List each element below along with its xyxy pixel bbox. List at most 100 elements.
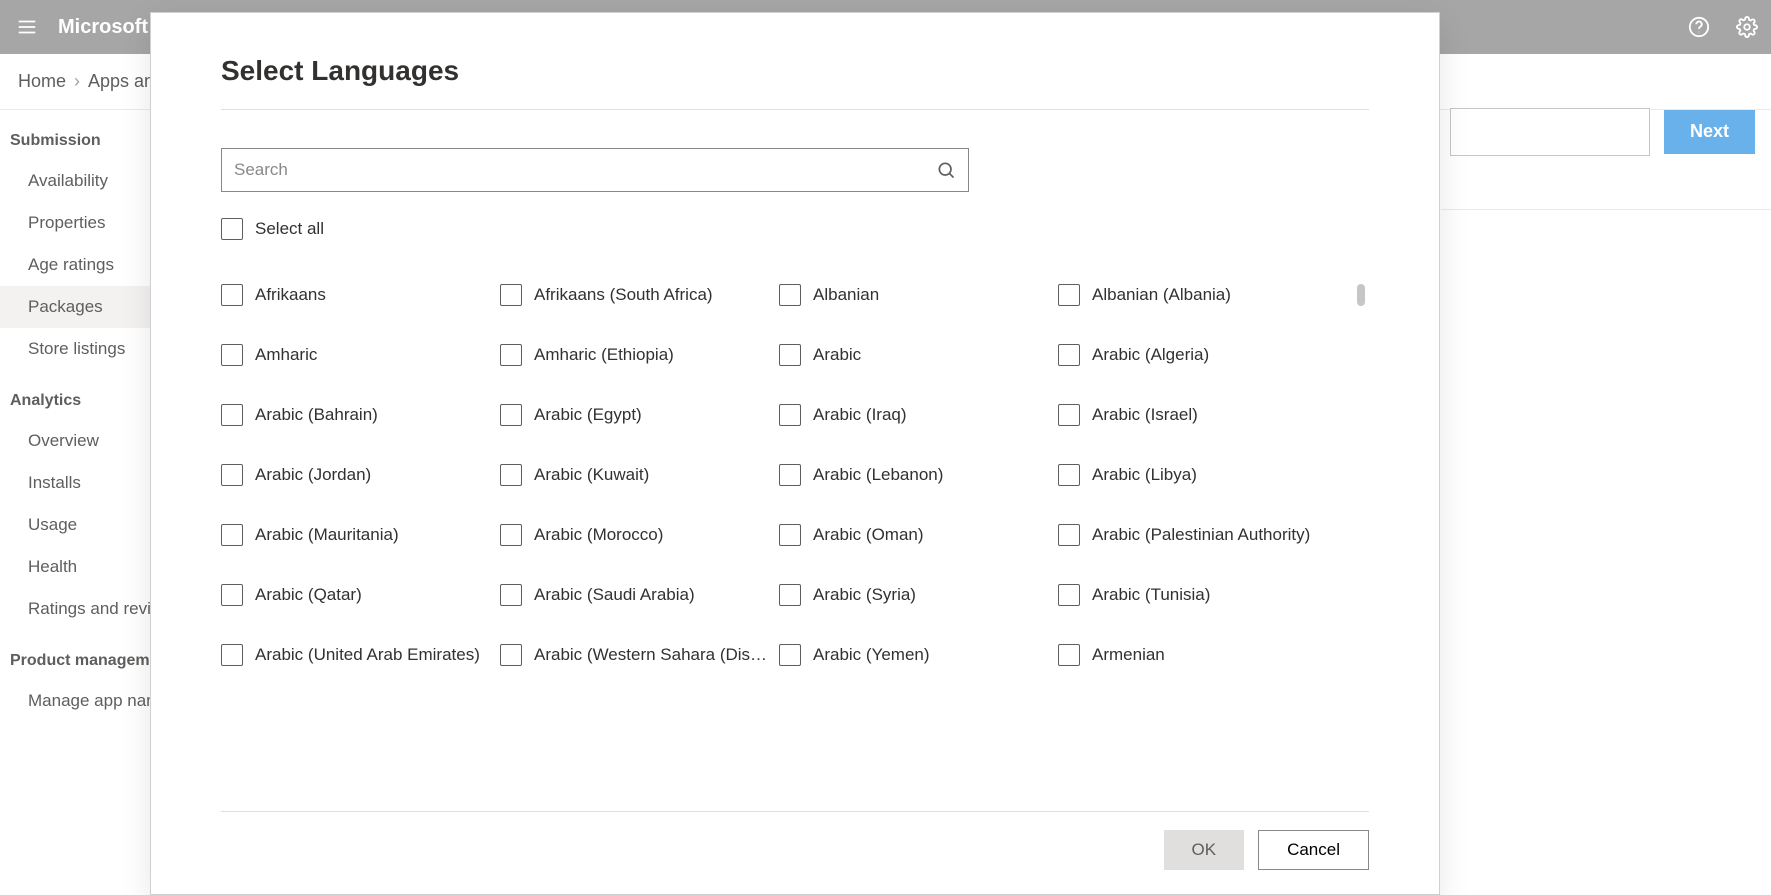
language-checkbox[interactable] [500, 524, 522, 546]
language-item[interactable]: Amharic (Ethiopia) [500, 344, 771, 366]
language-checkbox[interactable] [779, 644, 801, 666]
language-label: Arabic (Oman) [813, 525, 924, 545]
help-button[interactable] [1675, 0, 1723, 54]
language-checkbox[interactable] [1058, 584, 1080, 606]
language-item[interactable]: Arabic (Iraq) [779, 404, 1050, 426]
language-item[interactable]: Arabic (Kuwait) [500, 464, 771, 486]
language-label: Arabic (Lebanon) [813, 465, 943, 485]
language-label: Arabic (Libya) [1092, 465, 1197, 485]
language-label: Arabic (Yemen) [813, 645, 930, 665]
language-label: Arabic (Tunisia) [1092, 585, 1210, 605]
search-input[interactable] [234, 160, 936, 180]
language-label: Armenian [1092, 645, 1165, 665]
language-label: Arabic (United Arab Emirates) [255, 645, 480, 665]
language-label: Arabic (Kuwait) [534, 465, 649, 485]
language-item[interactable]: Arabic (Bahrain) [221, 404, 492, 426]
language-item[interactable]: Arabic (Libya) [1058, 464, 1329, 486]
language-label: Arabic (Syria) [813, 585, 916, 605]
language-item[interactable]: Arabic (Syria) [779, 584, 1050, 606]
language-label: Arabic [813, 345, 861, 365]
language-checkbox[interactable] [221, 464, 243, 486]
language-item[interactable]: Arabic (Tunisia) [1058, 584, 1329, 606]
language-item[interactable]: Arabic (Saudi Arabia) [500, 584, 771, 606]
language-item[interactable]: Arabic (Western Sahara (Dispute… [500, 644, 771, 666]
language-item[interactable]: Albanian (Albania) [1058, 284, 1329, 306]
language-label: Arabic (Mauritania) [255, 525, 399, 545]
language-label: Arabic (Qatar) [255, 585, 362, 605]
dialog-footer: OK Cancel [221, 811, 1369, 894]
hamburger-menu-button[interactable] [0, 0, 54, 54]
breadcrumb-home[interactable]: Home [10, 71, 74, 92]
language-item[interactable]: Arabic (Palestinian Authority) [1058, 524, 1329, 546]
language-item[interactable]: Armenian [1058, 644, 1329, 666]
language-item[interactable]: Arabic (United Arab Emirates) [221, 644, 492, 666]
language-label: Arabic (Iraq) [813, 405, 907, 425]
select-all-row[interactable]: Select all [221, 218, 1369, 240]
search-icon [936, 160, 956, 180]
language-label: Arabic (Jordan) [255, 465, 371, 485]
language-item[interactable]: Arabic (Qatar) [221, 584, 492, 606]
language-label: Arabic (Palestinian Authority) [1092, 525, 1310, 545]
select-all-label: Select all [255, 219, 324, 239]
select-all-checkbox[interactable] [221, 218, 243, 240]
language-item[interactable]: Arabic (Morocco) [500, 524, 771, 546]
language-checkbox[interactable] [500, 404, 522, 426]
language-label: Arabic (Egypt) [534, 405, 642, 425]
search-box[interactable] [221, 148, 969, 192]
language-item[interactable]: Amharic [221, 344, 492, 366]
next-button[interactable]: Next [1664, 110, 1755, 154]
language-checkbox[interactable] [500, 464, 522, 486]
hamburger-icon [16, 16, 38, 38]
language-checkbox[interactable] [221, 644, 243, 666]
language-item[interactable]: Arabic (Yemen) [779, 644, 1050, 666]
language-checkbox[interactable] [779, 464, 801, 486]
language-label: Arabic (Morocco) [534, 525, 663, 545]
language-checkbox[interactable] [1058, 644, 1080, 666]
language-checkbox[interactable] [500, 644, 522, 666]
language-checkbox[interactable] [1058, 524, 1080, 546]
language-item[interactable]: Arabic (Israel) [1058, 404, 1329, 426]
language-label: Amharic (Ethiopia) [534, 345, 674, 365]
language-checkbox[interactable] [221, 344, 243, 366]
help-icon [1688, 16, 1710, 38]
language-checkbox[interactable] [1058, 344, 1080, 366]
language-checkbox[interactable] [221, 584, 243, 606]
language-label: Amharic [255, 345, 317, 365]
language-checkbox[interactable] [500, 284, 522, 306]
language-label: Arabic (Saudi Arabia) [534, 585, 695, 605]
dialog-title: Select Languages [221, 55, 1369, 110]
language-item[interactable]: Arabic (Mauritania) [221, 524, 492, 546]
language-item[interactable]: Arabic [779, 344, 1050, 366]
language-checkbox[interactable] [779, 584, 801, 606]
language-checkbox[interactable] [1058, 404, 1080, 426]
language-label: Afrikaans [255, 285, 326, 305]
language-checkbox[interactable] [779, 524, 801, 546]
language-checkbox[interactable] [1058, 464, 1080, 486]
language-item[interactable]: Arabic (Algeria) [1058, 344, 1329, 366]
language-item[interactable]: Afrikaans (South Africa) [500, 284, 771, 306]
language-checkbox[interactable] [1058, 284, 1080, 306]
language-checkbox[interactable] [779, 284, 801, 306]
settings-button[interactable] [1723, 0, 1771, 54]
language-checkbox[interactable] [500, 344, 522, 366]
language-checkbox[interactable] [221, 284, 243, 306]
language-checkbox[interactable] [779, 404, 801, 426]
language-checkbox[interactable] [500, 584, 522, 606]
page-action-strip: Next [1441, 54, 1771, 210]
select-languages-dialog: Select Languages Select all AfrikaansAfr… [150, 12, 1440, 895]
scrollbar-thumb[interactable] [1357, 284, 1365, 306]
language-checkbox[interactable] [221, 404, 243, 426]
page-field[interactable] [1450, 108, 1650, 156]
language-item[interactable]: Albanian [779, 284, 1050, 306]
language-item[interactable]: Arabic (Jordan) [221, 464, 492, 486]
language-item[interactable]: Arabic (Lebanon) [779, 464, 1050, 486]
language-item[interactable]: Arabic (Oman) [779, 524, 1050, 546]
cancel-button[interactable]: Cancel [1258, 830, 1369, 870]
language-label: Arabic (Algeria) [1092, 345, 1209, 365]
language-checkbox[interactable] [221, 524, 243, 546]
language-item[interactable]: Arabic (Egypt) [500, 404, 771, 426]
language-checkbox[interactable] [779, 344, 801, 366]
ok-button[interactable]: OK [1164, 830, 1245, 870]
language-item[interactable]: Afrikaans [221, 284, 492, 306]
language-grid: Afrikaans Afrikaans (South Africa) Albania… [221, 284, 1369, 666]
